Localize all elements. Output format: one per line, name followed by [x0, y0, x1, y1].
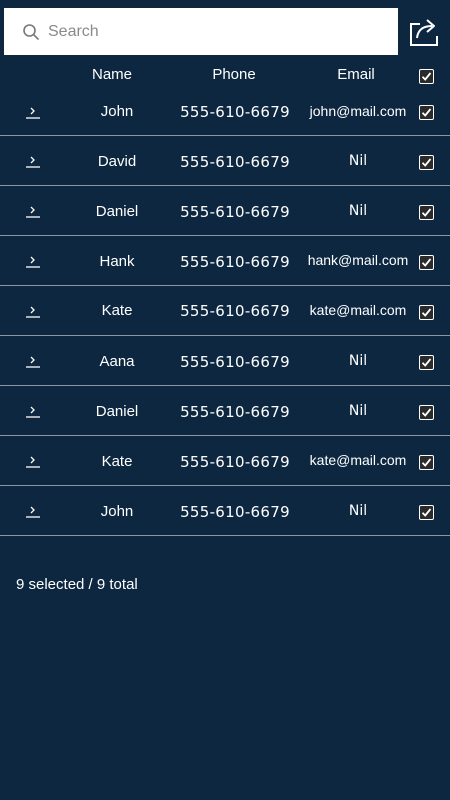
- row-checkbox[interactable]: [419, 305, 434, 320]
- row-checkbox[interactable]: [419, 105, 434, 120]
- row-email: Nil: [348, 353, 368, 369]
- checkmark-icon: [421, 72, 432, 81]
- row-name: Kate: [101, 453, 133, 470]
- table-row: John 555-610-6679 Nil: [0, 486, 450, 536]
- row-phone: 555-610-6679: [180, 453, 290, 471]
- checkmark-icon: [421, 308, 432, 317]
- row-email: hank@mail.com: [307, 252, 409, 268]
- checkmark-icon: [421, 458, 432, 467]
- table-row: Daniel 555-610-6679 Nil: [0, 186, 450, 236]
- checkmark-icon: [421, 508, 432, 517]
- select-all-checkbox[interactable]: [419, 69, 434, 84]
- row-name: David: [97, 153, 137, 170]
- row-phone: 555-610-6679: [180, 302, 290, 320]
- row-name: John: [100, 103, 134, 120]
- column-header-phone: Phone: [212, 66, 256, 83]
- chevron-right-icon[interactable]: [25, 254, 41, 268]
- row-checkbox[interactable]: [419, 255, 434, 270]
- checkmark-icon: [421, 358, 432, 367]
- row-checkbox[interactable]: [419, 405, 434, 420]
- table-row: John 555-610-6679 john@mail.com: [0, 90, 450, 136]
- table-row: David 555-610-6679 Nil: [0, 136, 450, 186]
- chevron-right-icon[interactable]: [25, 204, 41, 218]
- row-phone: 555-610-6679: [180, 503, 290, 521]
- row-checkbox[interactable]: [419, 455, 434, 470]
- checkmark-icon: [421, 408, 432, 417]
- table-row: Daniel 555-610-6679 Nil: [0, 386, 450, 436]
- row-checkbox[interactable]: [419, 155, 434, 170]
- chevron-right-icon[interactable]: [25, 105, 41, 119]
- row-phone: 555-610-6679: [180, 353, 290, 371]
- row-email: john@mail.com: [309, 103, 407, 119]
- row-phone: 555-610-6679: [180, 103, 290, 121]
- row-name: Daniel: [95, 203, 139, 220]
- checkmark-icon: [421, 208, 432, 217]
- column-header-email: Email: [337, 66, 375, 83]
- table-row: Aana 555-610-6679 Nil: [0, 336, 450, 386]
- chevron-right-icon[interactable]: [25, 154, 41, 168]
- table-row: Kate 555-610-6679 kate@mail.com: [0, 436, 450, 486]
- row-checkbox[interactable]: [419, 205, 434, 220]
- selection-status: 9 selected / 9 total: [16, 576, 138, 593]
- search-input[interactable]: [48, 8, 388, 55]
- search-bar[interactable]: [4, 8, 398, 55]
- column-header-name: Name: [91, 66, 132, 83]
- row-name: Hank: [99, 253, 135, 270]
- row-email: Nil: [348, 203, 368, 219]
- row-name: John: [100, 503, 134, 520]
- checkmark-icon: [421, 258, 432, 267]
- chevron-right-icon[interactable]: [25, 304, 41, 318]
- row-phone: 555-610-6679: [180, 153, 290, 171]
- row-phone: 555-610-6679: [180, 403, 290, 421]
- row-email: Nil: [348, 403, 368, 419]
- chevron-right-icon[interactable]: [25, 354, 41, 368]
- row-name: Kate: [101, 302, 133, 319]
- contacts-table: John 555-610-6679 john@mail.com David 55…: [0, 90, 450, 536]
- row-name: Aana: [99, 353, 135, 370]
- share-icon[interactable]: [406, 14, 442, 50]
- row-email: kate@mail.com: [309, 452, 407, 468]
- table-header: Name Phone Email: [0, 62, 450, 90]
- row-checkbox[interactable]: [419, 355, 434, 370]
- row-email: Nil: [348, 153, 368, 169]
- row-email: kate@mail.com: [309, 302, 407, 318]
- row-phone: 555-610-6679: [180, 253, 290, 271]
- chevron-right-icon[interactable]: [25, 404, 41, 418]
- chevron-right-icon[interactable]: [25, 504, 41, 518]
- table-row: Hank 555-610-6679 hank@mail.com: [0, 236, 450, 286]
- row-checkbox[interactable]: [419, 505, 434, 520]
- table-row: Kate 555-610-6679 kate@mail.com: [0, 286, 450, 336]
- checkmark-icon: [421, 108, 432, 117]
- checkmark-icon: [421, 158, 432, 167]
- row-name: Daniel: [95, 403, 139, 420]
- search-icon: [23, 24, 39, 40]
- contacts-screen: Name Phone Email John 555-610-6679 john@…: [0, 0, 450, 800]
- chevron-right-icon[interactable]: [25, 454, 41, 468]
- row-phone: 555-610-6679: [180, 203, 290, 221]
- row-email: Nil: [348, 503, 368, 519]
